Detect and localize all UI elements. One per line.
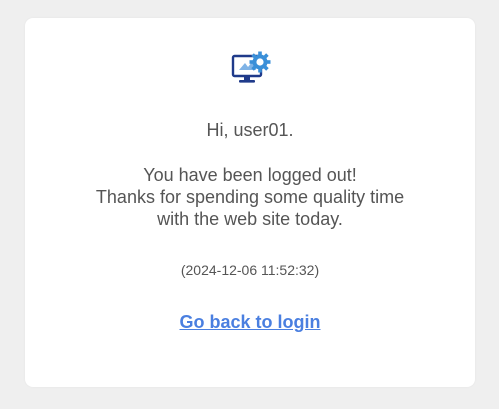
computer-gear-icon xyxy=(231,51,271,83)
logout-message: You have been logged out! Thanks for spe… xyxy=(25,164,475,230)
greeting-text: Hi, user01. xyxy=(206,120,294,140)
logout-timestamp: (2024-12-06 11:52:32) xyxy=(180,262,320,278)
message-line: Thanks for spending some quality time xyxy=(95,187,405,207)
message-line: You have been logged out! xyxy=(143,165,357,185)
back-to-login-link[interactable]: Go back to login xyxy=(25,312,475,332)
message-line: with the web site today. xyxy=(157,209,343,229)
logout-card: Hi, user01. You have been logged out! Th… xyxy=(25,18,475,387)
